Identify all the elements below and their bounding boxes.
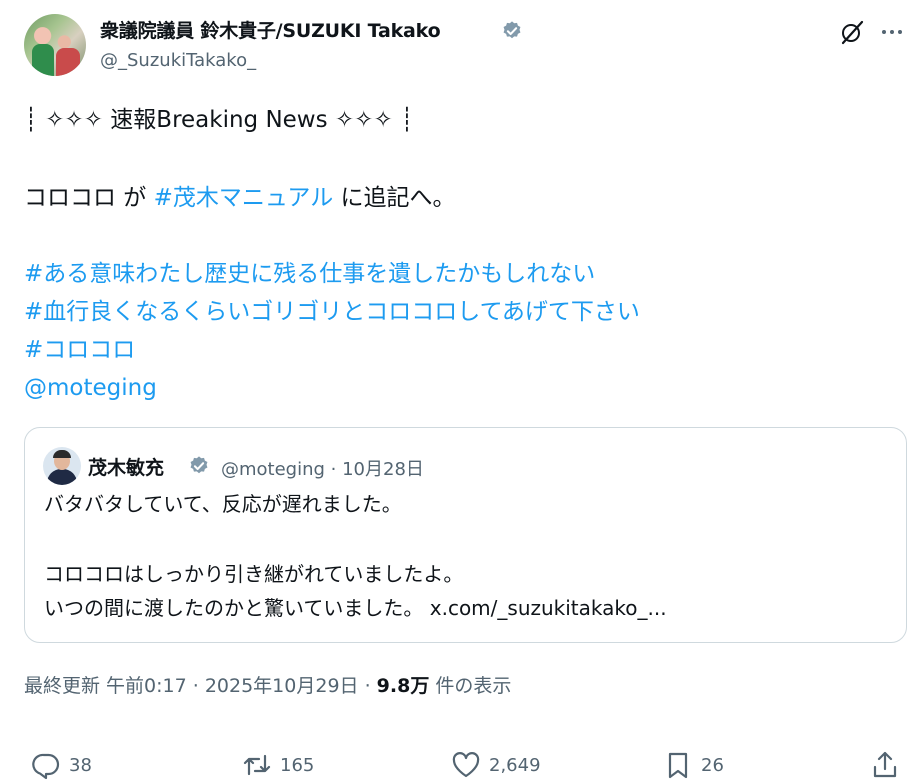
bookmark-button[interactable]: 26	[663, 745, 724, 782]
avatar-hair	[53, 450, 71, 458]
verified-badge-icon	[503, 21, 521, 39]
share-icon	[873, 751, 897, 778]
action-bar: 38 165 2,649 26	[0, 745, 907, 782]
quoted-tweet[interactable]: 茂木敏充 @moteging · 10月28日 バタバタしていて、反応が遅れまし…	[24, 427, 907, 643]
mention-link[interactable]: @moteging	[24, 369, 157, 407]
author-handle[interactable]: @_SuzukiTakako_	[100, 50, 256, 71]
grok-icon[interactable]	[839, 19, 865, 45]
reply-icon	[32, 753, 60, 780]
retweet-count: 165	[280, 754, 315, 776]
like-button[interactable]: 2,649	[451, 745, 541, 782]
hashtag-link[interactable]: #ある意味わたし歴史に残る仕事を遺したかもしれない	[24, 255, 595, 293]
tweet-line: コロコロ が #茂木マニュアル に追記へ。	[24, 179, 456, 217]
quoted-author-name: 茂木敏充	[88, 457, 165, 479]
hashtag-link[interactable]: #コロコロ	[24, 331, 135, 369]
more-options-icon[interactable]	[880, 22, 904, 42]
quoted-text-line: いつの間に渡したのかと驚いていました。 x.com/_suzukitakako_…	[44, 596, 667, 620]
updated-timestamp: 最終更新 午前0:17 · 2025年10月29日 ·	[24, 675, 377, 697]
bookmark-icon	[668, 752, 688, 779]
tweet-stats: 最終更新 午前0:17 · 2025年10月29日 · 9.8万 件の表示	[24, 671, 511, 698]
author-avatar[interactable]	[24, 14, 86, 76]
hashtag-link[interactable]: #血行良くなるくらいゴリゴリとコロコロしてあげて下さい	[24, 293, 640, 331]
quoted-text-line: コロコロはしっかり引き継がれていましたよ。	[44, 562, 464, 586]
tweet-line-breaking: ┊ ✧✧✧ 速報Breaking News ✧✧✧ ┊	[24, 107, 414, 133]
hashtag-link[interactable]: #茂木マニュアル	[154, 185, 334, 211]
quoted-author-avatar	[43, 447, 81, 485]
reply-count: 38	[69, 754, 92, 776]
view-label: 件の表示	[429, 675, 512, 697]
bookmark-count: 26	[701, 754, 724, 776]
quoted-text-line: バタバタしていて、反応が遅れました。	[44, 492, 402, 516]
retweet-icon	[243, 754, 271, 776]
like-count: 2,649	[489, 754, 541, 776]
author-name[interactable]: 衆議院議員 鈴木貴子/SUZUKI Takako	[100, 16, 441, 43]
reply-button[interactable]: 38	[31, 745, 92, 782]
avatar-figure	[32, 44, 54, 76]
share-button[interactable]	[870, 745, 907, 782]
quoted-handle-date: @moteging · 10月28日	[221, 459, 424, 480]
verified-badge-icon	[190, 456, 208, 474]
avatar-figure	[56, 48, 80, 76]
like-icon	[452, 752, 480, 778]
tweet-text-fragment: コロコロ が	[24, 185, 154, 211]
tweet-text-fragment: に追記へ。	[333, 185, 456, 211]
view-count[interactable]: 9.8万	[377, 675, 430, 697]
retweet-button[interactable]: 165	[242, 745, 314, 782]
avatar-body	[47, 469, 77, 485]
